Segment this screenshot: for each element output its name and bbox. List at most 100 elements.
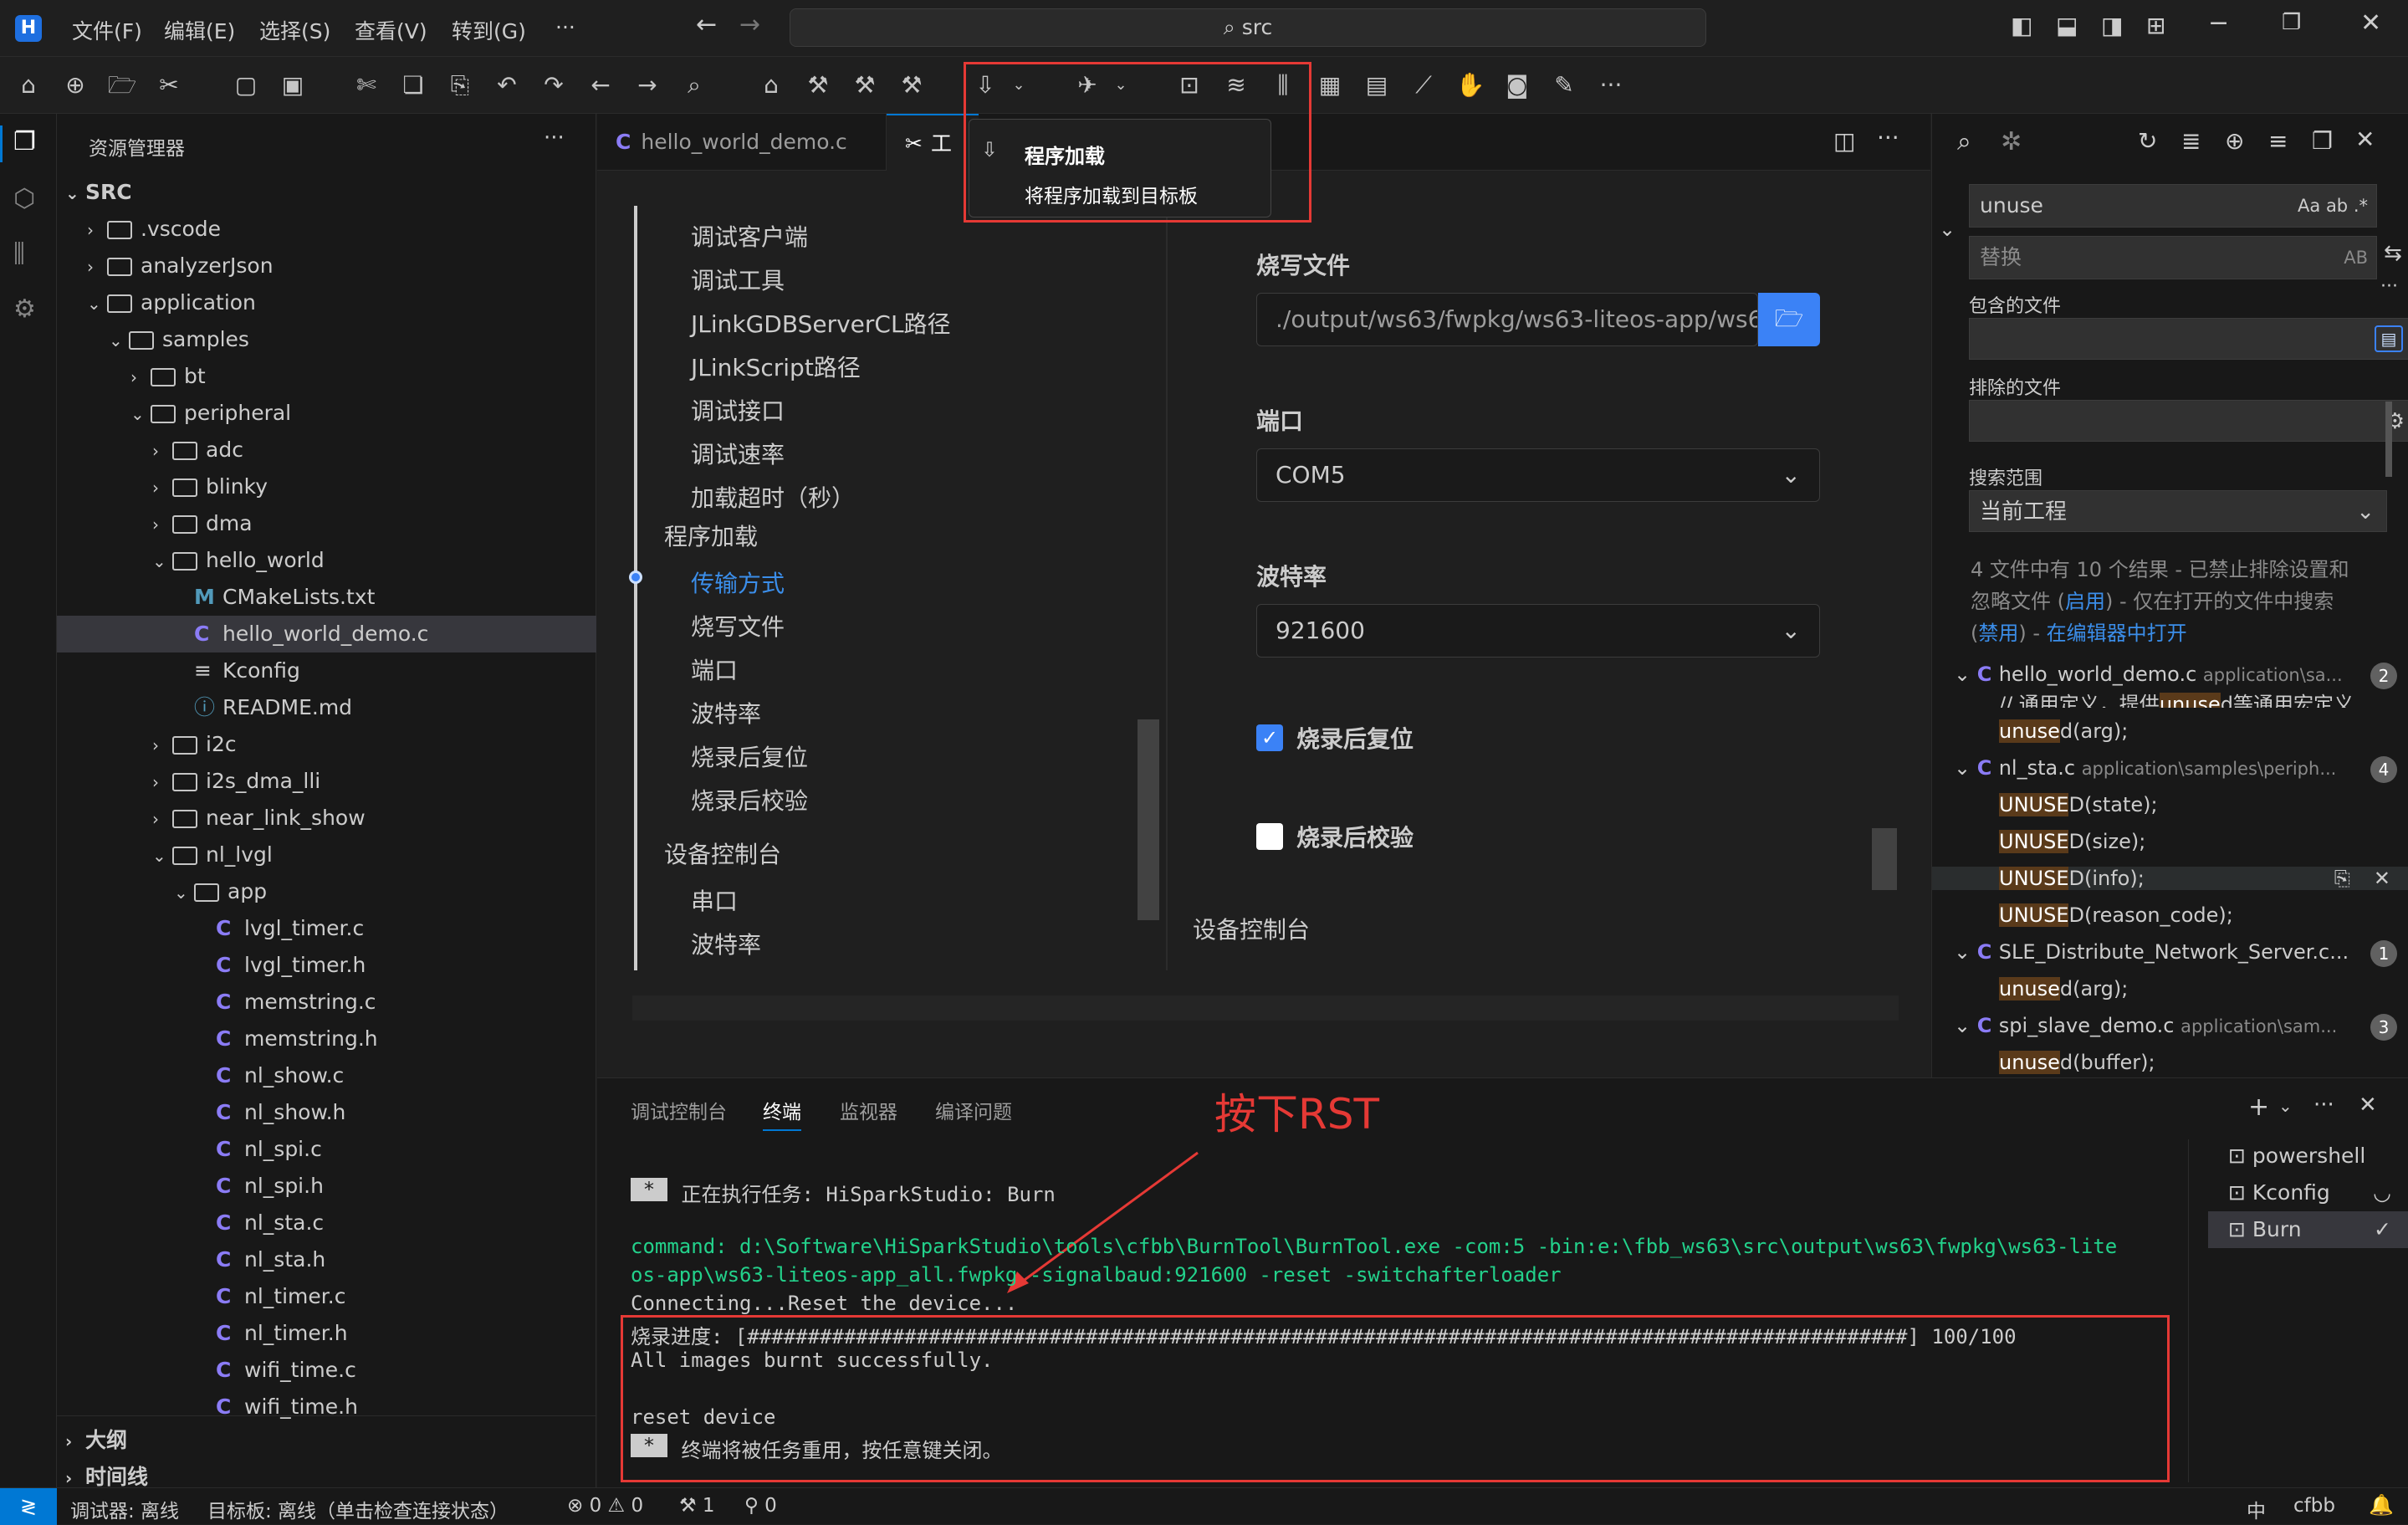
open-folder-icon[interactable]: 🗁 (107, 70, 137, 100)
reset-after-burn-checkbox[interactable]: ✓ (1256, 724, 1283, 751)
settings-nav-item[interactable]: 烧写文件 (691, 609, 785, 642)
forward-arrow-icon[interactable]: → (739, 10, 760, 39)
tree-item[interactable]: › dma (57, 505, 596, 542)
replace-all-icon[interactable]: ⇆ (2384, 241, 2402, 266)
menu-edit[interactable]: 编辑(E) (164, 15, 235, 45)
scope-select[interactable]: 当前工程 ⌄ (1969, 490, 2387, 532)
tree-item[interactable]: › blinky (57, 468, 596, 505)
burn-file-input[interactable]: ./output/ws63/fwpkg/ws63-liteos-app/ws6 (1256, 293, 1758, 346)
layout-icon[interactable]: ⊞ (2146, 12, 2165, 39)
replace-icon[interactable]: ⎘ (2334, 867, 2350, 890)
bell-icon[interactable]: 🔔 (2369, 1493, 2394, 1517)
terminal-session[interactable]: ⊡ powershell (2208, 1138, 2408, 1174)
tools-icon[interactable]: ✂ (154, 70, 184, 100)
tab-terminal[interactable]: 终端 (763, 1096, 801, 1131)
include-input[interactable]: ▤ (1969, 318, 2408, 360)
terminal-more-icon[interactable]: ··· (2313, 1093, 2334, 1118)
settings-nav-item[interactable]: 波特率 (691, 927, 761, 960)
tree-item[interactable]: › i2c (57, 726, 596, 763)
settings-nav-item[interactable]: 加载超时（秒） (691, 480, 855, 514)
settings-nav-item[interactable]: JLinkScript路径 (691, 350, 861, 383)
tree-item[interactable]: Cnl_spi.h (57, 1168, 596, 1205)
match-options[interactable]: Aa ab .* (2298, 185, 2368, 227)
new-terminal-icon[interactable]: + (2248, 1093, 2269, 1122)
search-result-file[interactable]: ⌄ C nl_sta.c application\samples\periph.… (1954, 756, 2397, 783)
enable-link[interactable]: 启用 (2065, 590, 2105, 613)
verify-after-burn-checkbox[interactable] (1256, 823, 1283, 850)
status-encoding[interactable]: cfbb (2293, 1495, 2335, 1517)
new-search-editor-icon[interactable]: ⊕ (2225, 127, 2244, 155)
search-result-line[interactable]: UNUSED(reason_code); (1999, 903, 2400, 927)
nav-scrollbar[interactable] (1138, 719, 1159, 920)
save-icon[interactable]: ▣ (278, 70, 308, 100)
menu-file[interactable]: 文件(F) (72, 15, 142, 45)
explorer-more-icon[interactable]: ··· (544, 125, 565, 151)
clean-icon[interactable]: ⚒ (897, 70, 927, 100)
settings-nav-item[interactable]: 调试速率 (691, 437, 785, 470)
status-target[interactable]: 目标板: 离线（单击检查连接状态） (207, 1495, 509, 1523)
close-panel-icon[interactable]: ✕ (2355, 125, 2375, 153)
tab-debug-console[interactable]: 调试控制台 (631, 1096, 727, 1124)
toggle-secondary-sidebar-icon[interactable]: ◨ (2101, 12, 2123, 39)
monitor-icon[interactable]: ▤ (1362, 70, 1392, 100)
toggle-panel-icon[interactable]: ⬓ (2056, 12, 2078, 39)
tab-hello-world-demo[interactable]: Chello_world_demo.c (597, 114, 887, 171)
search-result-line[interactable]: unused(arg); (1999, 977, 2400, 1000)
nav-forward-icon[interactable]: → (632, 70, 662, 100)
hand-icon[interactable]: ✋ (1455, 70, 1485, 100)
tree-root[interactable]: ⌄ SRC (57, 174, 596, 211)
explorer-icon[interactable]: ❐ (13, 127, 36, 156)
new-file-icon[interactable]: ▢ (231, 70, 261, 100)
cut-icon[interactable]: ✄ (351, 70, 381, 100)
search-result-line[interactable]: // 通用定义，提供unused等通用宏定义 (1999, 688, 2354, 708)
status-ports[interactable]: ⚲ 0 (744, 1495, 777, 1517)
search-icon[interactable]: ⌕ (1957, 127, 1971, 156)
chart-icon[interactable]: ⟋ (1409, 70, 1439, 100)
search-find-input[interactable]: unuse Aa ab .* (1969, 184, 2377, 228)
undo-icon[interactable]: ↶ (492, 70, 522, 100)
form-scrollbar[interactable] (1872, 828, 1897, 890)
tree-item[interactable]: ⌄ app (57, 873, 596, 910)
disable-link[interactable]: 禁用 (1978, 622, 2018, 645)
preserve-case-option[interactable]: AB (2344, 237, 2368, 279)
terminal-session[interactable]: ⊡ Burn ✓ (2208, 1211, 2408, 1248)
find-icon[interactable]: ⌕ (679, 70, 709, 100)
status-input-lang[interactable]: 中 (2247, 1495, 2266, 1523)
search-result-line[interactable]: UNUSED(info); ⎘ ✕ (1932, 867, 2408, 890)
edit-window-icon[interactable]: ✎ (1549, 70, 1579, 100)
refresh-icon[interactable]: ↻ (2138, 127, 2157, 155)
search-panel-scrollbar[interactable] (2385, 402, 2392, 477)
analysis-icon[interactable]: ⫼ (13, 239, 25, 269)
close-window-icon[interactable]: ✕ (2360, 8, 2381, 38)
toggle-replace-icon[interactable]: ⌄ (1939, 217, 1956, 241)
debug-bug-icon[interactable]: ✲ (2001, 127, 2022, 156)
status-problems[interactable]: ⊗ 0 ⚠ 0 (567, 1495, 643, 1517)
menu-view[interactable]: 查看(V) (355, 15, 427, 45)
menu-select[interactable]: 选择(S) (259, 15, 330, 45)
settings-gear-icon[interactable]: ⚙ (13, 294, 36, 324)
tree-item[interactable]: Cnl_timer.c (57, 1278, 596, 1315)
tree-item[interactable]: Cmemstring.h (57, 1021, 596, 1057)
tree-item[interactable]: › bt (57, 358, 596, 395)
settings-nav-item[interactable]: 设备控制台 (664, 837, 781, 870)
tree-item[interactable]: Cnl_show.h (57, 1094, 596, 1131)
tree-item[interactable]: ≡ Kconfig (57, 652, 596, 689)
tree-item[interactable]: Clvgl_timer.h (57, 947, 596, 984)
paste-icon[interactable]: ⎘ (445, 70, 475, 100)
back-arrow-icon[interactable]: ← (696, 10, 717, 39)
tree-item[interactable]: ⌄ nl_lvgl (57, 837, 596, 873)
tab-build-problems[interactable]: 编译问题 (935, 1096, 1012, 1124)
search-result-file[interactable]: ⌄ C hello_world_demo.c application\sa...… (1954, 663, 2397, 689)
settings-nav-item[interactable]: 调试接口 (691, 393, 785, 427)
settings-nav-item[interactable]: 调试工具 (691, 263, 785, 296)
terminal-dropdown-icon[interactable]: ⌄ (2278, 1096, 2293, 1116)
build-icon[interactable]: ⌂ (756, 70, 786, 100)
record-icon[interactable]: ◙ (1502, 70, 1532, 100)
tree-item[interactable]: Cnl_timer.h (57, 1315, 596, 1352)
tree-item[interactable]: Cnl_sta.h (57, 1241, 596, 1278)
search-result-file[interactable]: ⌄ C spi_slave_demo.c application\sam... 3 (1954, 1014, 2397, 1041)
home-icon[interactable]: ⌂ (13, 70, 43, 100)
tree-item[interactable]: Cnl_spi.c (57, 1131, 596, 1168)
exclude-input[interactable]: ⚙ (1969, 400, 2408, 442)
tree-item[interactable]: M CMakeLists.txt (57, 579, 596, 616)
